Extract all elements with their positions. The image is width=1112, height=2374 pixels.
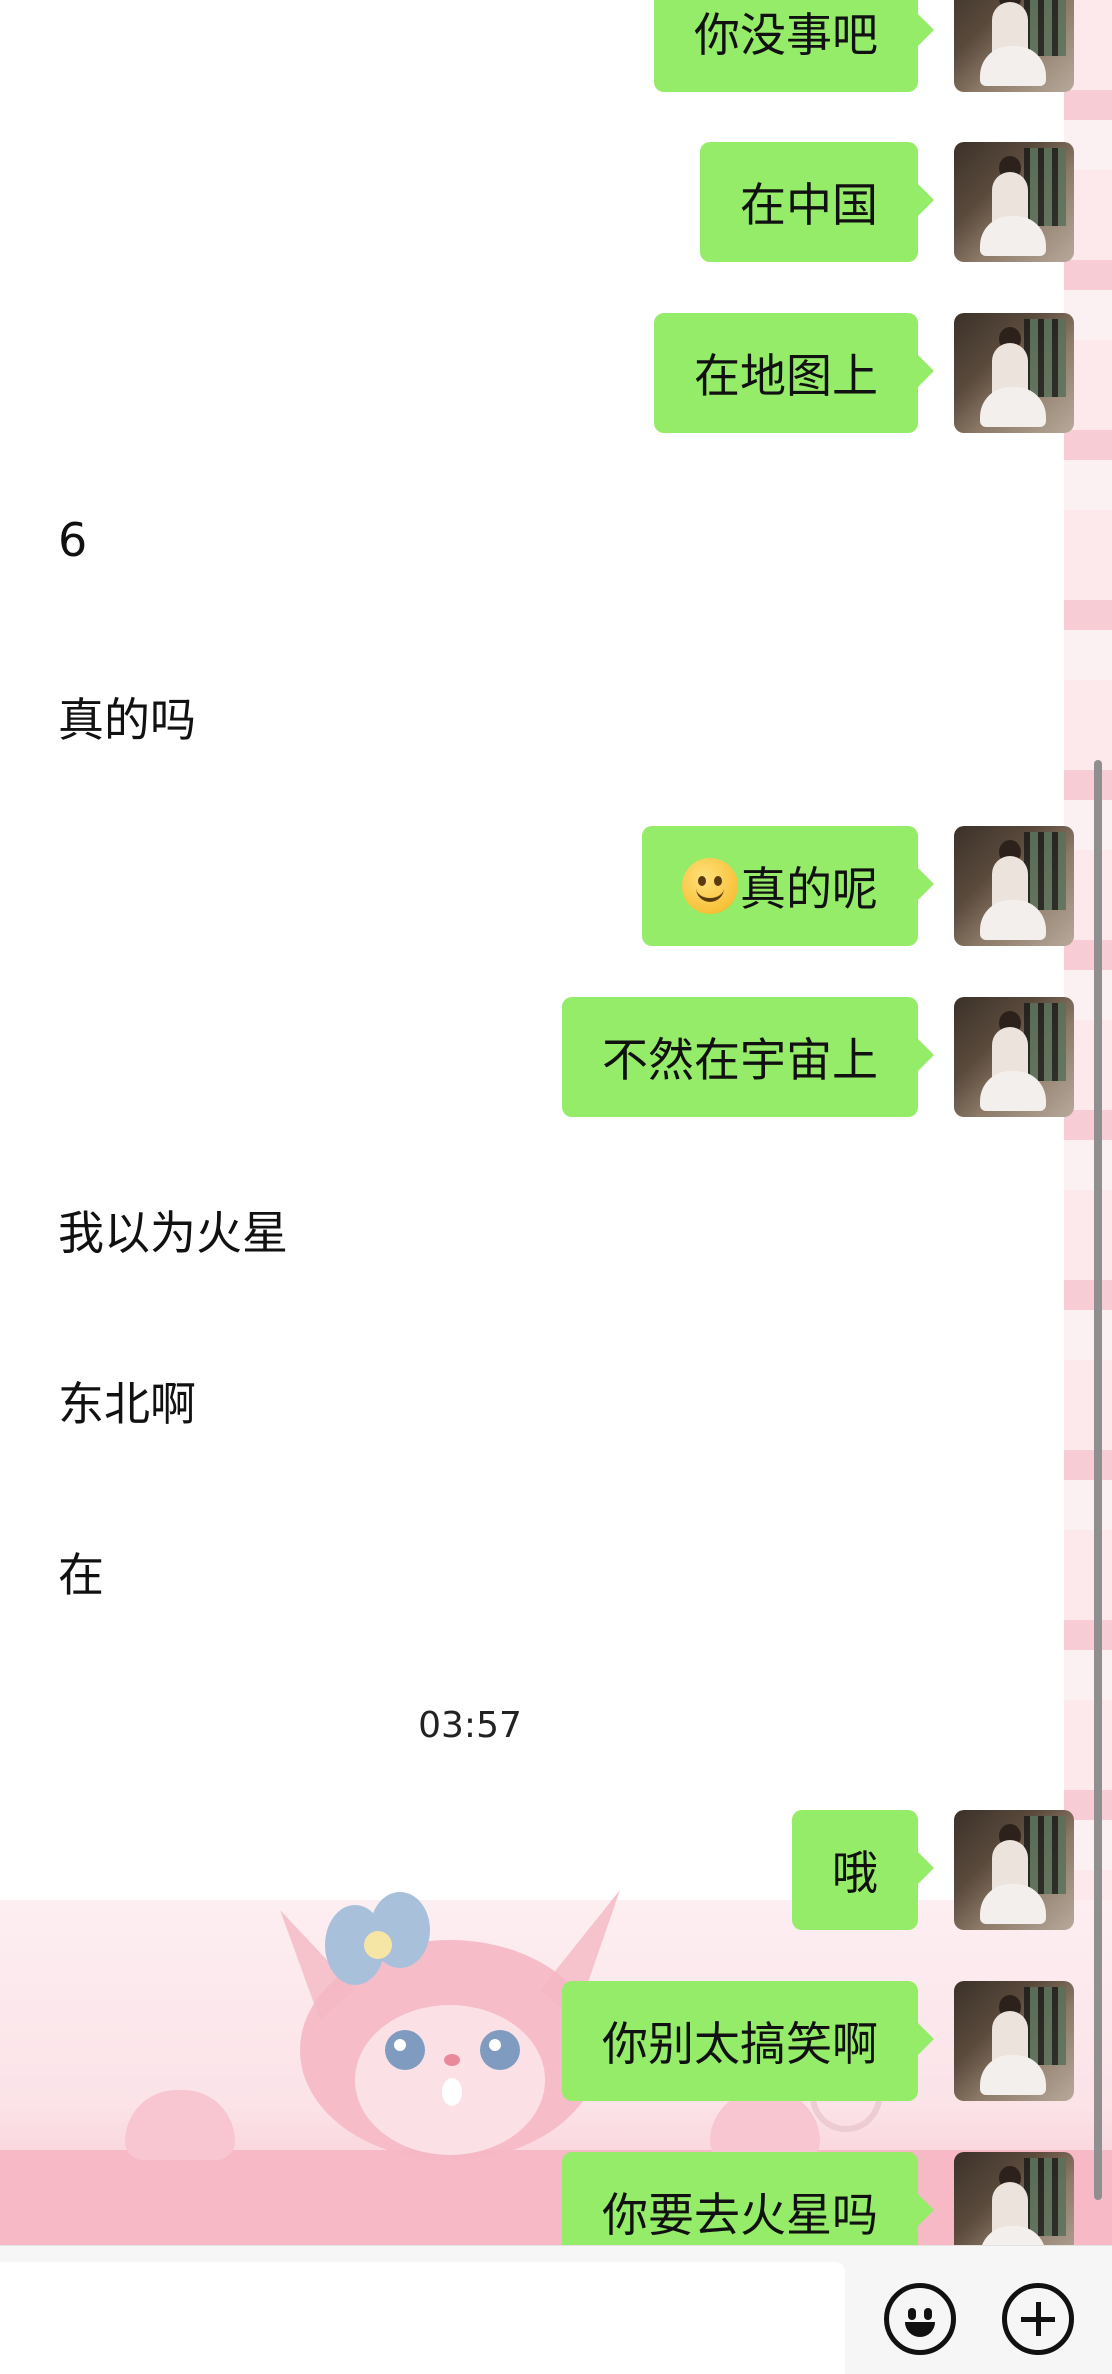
user-avatar[interactable] bbox=[954, 1981, 1074, 2101]
user-avatar[interactable] bbox=[954, 0, 1074, 92]
incoming-message-text[interactable]: 真的吗 bbox=[58, 684, 196, 750]
user-avatar[interactable] bbox=[954, 997, 1074, 1117]
user-avatar[interactable] bbox=[954, 2152, 1074, 2245]
user-avatar[interactable] bbox=[954, 313, 1074, 433]
plus-circle-icon[interactable] bbox=[1002, 2283, 1074, 2355]
incoming-message-text[interactable]: 在 bbox=[58, 1539, 104, 1605]
message-input[interactable] bbox=[0, 2262, 845, 2374]
message-row-outgoing: 真的呢 bbox=[642, 826, 1074, 946]
message-bubble[interactable]: 在地图上 bbox=[654, 313, 934, 433]
message-bubble[interactable]: 你要去火星吗 bbox=[562, 2152, 934, 2245]
message-row-outgoing: 哦 bbox=[792, 1810, 1074, 1930]
chat-scrollbar[interactable] bbox=[1094, 760, 1102, 2200]
incoming-message-text[interactable]: 东北啊 bbox=[58, 1368, 196, 1434]
message-row-outgoing: 你要去火星吗 bbox=[562, 2152, 1074, 2245]
chat-area[interactable]: 你没事吧 在中国 在地图上 6 真的吗 真的呢 不然在宇宙上 我以为火星 东北啊… bbox=[0, 0, 1112, 2245]
message-bubble[interactable]: 真的呢 bbox=[642, 826, 934, 946]
message-bubble[interactable]: 不然在宇宙上 bbox=[562, 997, 934, 1117]
message-timestamp: 03:57 bbox=[418, 1705, 522, 1746]
smiley-face-icon[interactable] bbox=[884, 2283, 956, 2355]
message-row-outgoing: 你别太搞笑啊 bbox=[562, 1981, 1074, 2101]
message-bubble[interactable]: 你别太搞笑啊 bbox=[562, 1981, 934, 2101]
message-bubble[interactable]: 哦 bbox=[792, 1810, 934, 1930]
user-avatar[interactable] bbox=[954, 142, 1074, 262]
message-row-outgoing: 你没事吧 bbox=[654, 0, 1074, 92]
message-bubble[interactable]: 在中国 bbox=[700, 142, 934, 262]
message-row-outgoing: 在中国 bbox=[700, 142, 1074, 262]
message-row-outgoing: 不然在宇宙上 bbox=[562, 997, 1074, 1117]
smiley-emoji-icon bbox=[682, 858, 738, 914]
message-text: 真的呢 bbox=[740, 862, 878, 916]
incoming-message-text[interactable]: 我以为火星 bbox=[58, 1197, 288, 1263]
message-row-outgoing: 在地图上 bbox=[654, 313, 1074, 433]
incoming-message-text[interactable]: 6 bbox=[58, 513, 87, 567]
message-bubble[interactable]: 你没事吧 bbox=[654, 0, 934, 92]
user-avatar[interactable] bbox=[954, 826, 1074, 946]
user-avatar[interactable] bbox=[954, 1810, 1074, 1930]
